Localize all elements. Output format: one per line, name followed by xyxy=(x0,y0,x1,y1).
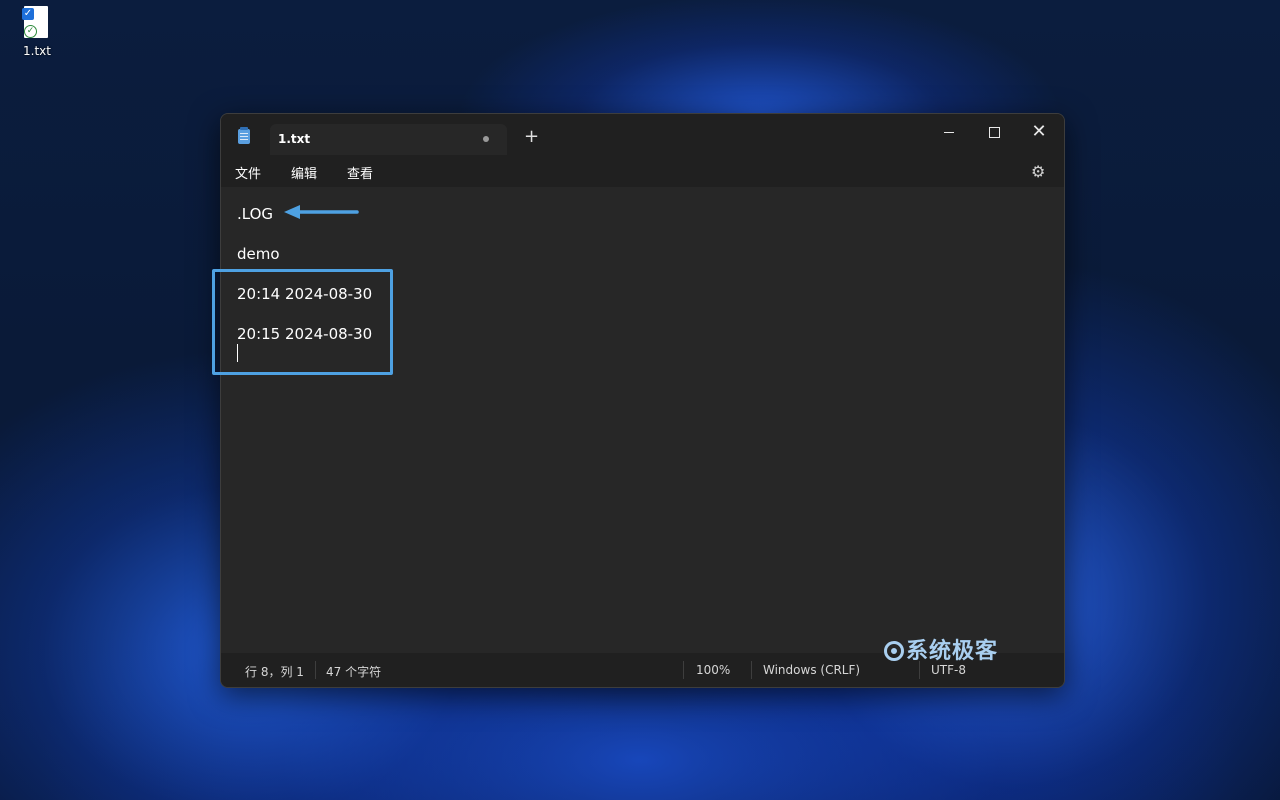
close-icon: ✕ xyxy=(1031,121,1047,142)
title-bar: 1.txt + ✕ xyxy=(221,114,1064,155)
menu-view[interactable]: 查看 xyxy=(347,163,373,182)
close-button[interactable]: ✕ xyxy=(1021,120,1057,144)
tab-title: 1.txt xyxy=(278,132,311,146)
watermark-text: 系统极客 xyxy=(906,639,999,664)
status-divider xyxy=(683,661,684,679)
maximize-button[interactable] xyxy=(976,120,1012,144)
unsaved-dot-icon[interactable] xyxy=(483,136,489,142)
encoding[interactable]: UTF-8 xyxy=(931,663,966,677)
watermark-logo-icon xyxy=(884,641,904,661)
zoom-level[interactable]: 100% xyxy=(696,663,730,677)
desktop-file-label: 1.txt xyxy=(23,44,51,58)
new-tab-button[interactable]: + xyxy=(524,128,539,146)
cursor-position: 行 8，列 1 xyxy=(245,665,304,679)
maximize-icon xyxy=(988,126,1000,138)
character-count: 47 个字符 xyxy=(326,665,382,679)
status-divider xyxy=(315,661,316,679)
editor-line: .LOG xyxy=(237,205,274,223)
notepad-window: 1.txt + ✕ 文件 编辑 查看 ⚙ .LOG demo 20:14 202… xyxy=(220,113,1065,688)
sync-status-icon: ✓ xyxy=(24,25,37,38)
status-divider xyxy=(751,661,752,679)
tab-1-txt[interactable]: 1.txt xyxy=(270,124,507,155)
minimize-icon xyxy=(944,131,954,133)
notepad-icon xyxy=(238,127,250,144)
checkbox-icon[interactable]: ✓ xyxy=(22,8,34,20)
highlight-box xyxy=(212,269,393,375)
menu-bar: 文件 编辑 查看 ⚙ xyxy=(221,155,1064,187)
minimize-button[interactable] xyxy=(931,120,967,144)
editor-line: demo xyxy=(237,245,280,263)
settings-gear-icon[interactable]: ⚙ xyxy=(1031,162,1045,181)
watermark: 系统极客 xyxy=(884,633,998,665)
text-editor[interactable]: .LOG demo 20:14 2024-08-30 20:15 2024-08… xyxy=(221,187,1064,653)
menu-edit[interactable]: 编辑 xyxy=(291,163,317,182)
annotation-arrow-icon xyxy=(284,205,359,219)
menu-file[interactable]: 文件 xyxy=(235,163,261,182)
line-ending[interactable]: Windows (CRLF) xyxy=(763,663,860,677)
